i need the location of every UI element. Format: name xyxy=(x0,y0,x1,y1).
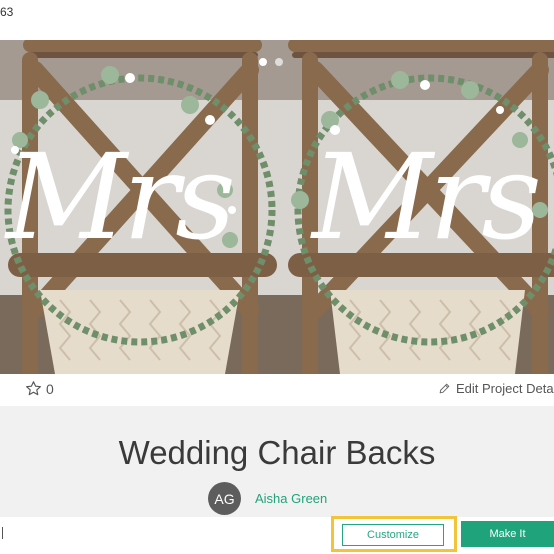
sign-right: Mrs xyxy=(312,128,542,266)
make-it-button[interactable]: Make It xyxy=(461,521,554,547)
carousel-indicators xyxy=(259,58,283,66)
author-name-link[interactable]: Aisha Green xyxy=(255,491,327,506)
top-bar-text: 63 xyxy=(0,5,14,19)
bottom-bar-divider xyxy=(2,527,3,539)
carousel-dot-1[interactable] xyxy=(259,58,267,66)
pencil-icon xyxy=(439,383,450,394)
carousel-dot-2[interactable] xyxy=(275,58,283,66)
customize-highlight: Customize xyxy=(331,516,457,552)
project-title: Wedding Chair Backs xyxy=(118,434,436,471)
project-hero-image[interactable]: Mrs Mrs xyxy=(0,40,554,374)
edit-project-details-link[interactable]: Edit Project Deta xyxy=(438,381,554,396)
author-info[interactable]: AG Aisha Green xyxy=(208,482,327,515)
sign-left: Mrs xyxy=(6,128,236,266)
top-bar: 63 xyxy=(0,0,554,40)
star-icon[interactable] xyxy=(25,380,42,397)
like-count: 0 xyxy=(46,381,54,397)
edit-project-details-label: Edit Project Deta xyxy=(456,381,554,396)
avatar[interactable]: AG xyxy=(208,482,241,515)
customize-button[interactable]: Customize xyxy=(342,524,444,546)
